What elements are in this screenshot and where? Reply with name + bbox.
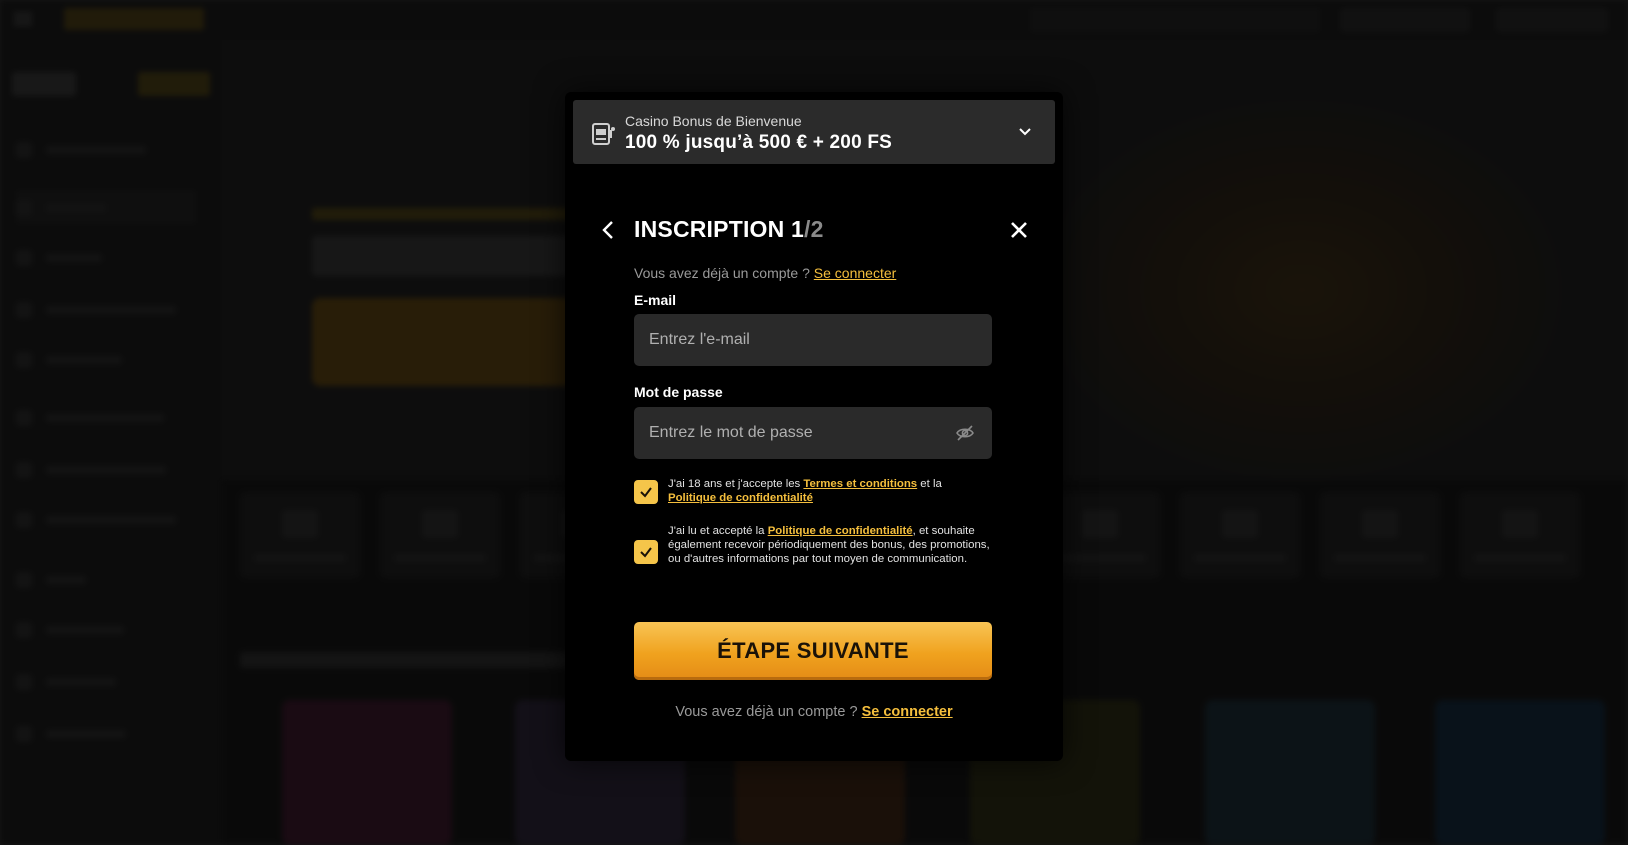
- slot-machine-icon: [592, 123, 615, 145]
- title-text: INSCRIPTION: [634, 216, 785, 242]
- email-field[interactable]: [634, 314, 992, 366]
- password-field-wrapper: [634, 407, 992, 459]
- close-icon[interactable]: [1007, 218, 1031, 242]
- marketing-checkbox[interactable]: [634, 540, 658, 564]
- next-step-button[interactable]: ÉTAPE SUIVANTE: [634, 622, 992, 680]
- chevron-down-icon[interactable]: [1017, 124, 1033, 140]
- terms-link[interactable]: Termes et conditions: [803, 478, 917, 490]
- checkmark-icon: [640, 487, 652, 498]
- marketing-privacy-link[interactable]: Politique de confidentialité: [768, 525, 913, 537]
- page-title: INSCRIPTION 1/2: [634, 216, 824, 243]
- email-label: E-mail: [634, 292, 677, 308]
- password-field[interactable]: [634, 407, 992, 459]
- terms-checkbox[interactable]: [634, 480, 658, 504]
- eye-off-icon[interactable]: [956, 425, 974, 441]
- password-label: Mot de passe: [634, 384, 723, 400]
- have-account-text: Vous avez déjà un compte ?: [634, 265, 810, 281]
- have-account-prompt-bottom: Vous avez déjà un compte ? Se connecter: [565, 704, 1063, 720]
- marketing-consent-text: J'ai lu et accepté la Politique de confi…: [668, 524, 998, 566]
- privacy-link[interactable]: Politique de confidentialité: [668, 492, 813, 504]
- terms-text-before: J'ai 18 ans et j'accepte les: [668, 478, 804, 490]
- step-total: /2: [804, 216, 824, 242]
- bonus-label: Casino Bonus de Bienvenue: [625, 113, 802, 129]
- terms-consent-text: J'ai 18 ans et j'accepte les Termes et c…: [668, 477, 998, 505]
- step-current: 1: [791, 216, 805, 242]
- registration-modal: Casino Bonus de Bienvenue 100 % jusqu’à …: [565, 92, 1063, 761]
- have-account-prompt: Vous avez déjà un compte ? Se connecter: [634, 265, 896, 281]
- welcome-bonus-selector[interactable]: Casino Bonus de Bienvenue 100 % jusqu’à …: [573, 100, 1055, 164]
- login-link-top[interactable]: Se connecter: [814, 265, 897, 281]
- bonus-offer: 100 % jusqu’à 500 € + 200 FS: [625, 132, 892, 153]
- have-account-text-bottom: Vous avez déjà un compte ?: [675, 704, 858, 720]
- back-arrow-icon[interactable]: [599, 218, 619, 242]
- login-link-bottom[interactable]: Se connecter: [862, 704, 953, 720]
- checkmark-icon: [640, 547, 652, 558]
- marketing-text-before: J'ai lu et accepté la: [668, 525, 768, 537]
- email-field-wrapper: [634, 314, 992, 366]
- terms-text-middle: et la: [917, 478, 942, 490]
